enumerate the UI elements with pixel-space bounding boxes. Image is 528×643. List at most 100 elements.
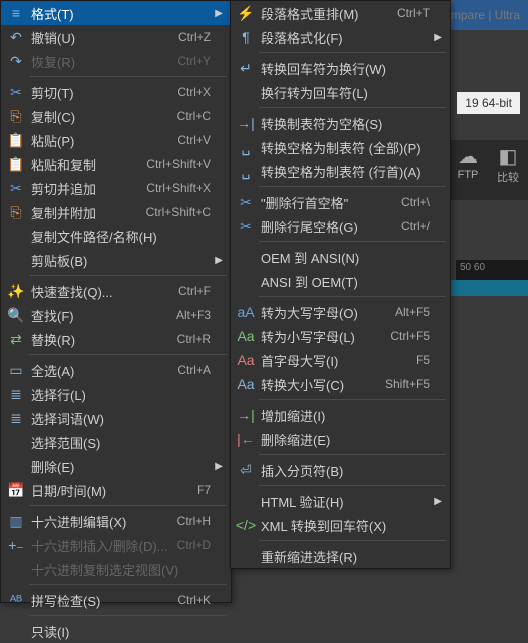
menu-item-label: 格式(T)	[27, 4, 211, 23]
fmt-indent[interactable]: →|增加缩进(I)	[231, 403, 450, 427]
menu-item-label: 十六进制插入/删除(D)...	[27, 536, 169, 555]
menu-format-icon: ≡	[5, 5, 27, 21]
compare-label: 比较	[497, 172, 519, 184]
right-toolbar: ☁FTP ◧比较	[448, 140, 528, 200]
fmt-oem-ansi[interactable]: OEM 到 ANSI(N)	[231, 245, 450, 269]
menu-item-label: ANSI 到 OEM(T)	[257, 272, 430, 291]
menu-item-label: "删除行首空格"	[257, 193, 393, 212]
fmt-xml-cr-icon: </>	[235, 517, 257, 533]
fmt-paragraph-icon: ¶	[235, 29, 257, 45]
fmt-tab-to-sp[interactable]: →|转换制表符为空格(S)	[231, 111, 450, 135]
fmt-sp-to-tab-all[interactable]: ␣转换空格为制表符 (全部)(P)	[231, 135, 450, 159]
menu-item-shortcut: Ctrl+Shift+X	[138, 181, 211, 195]
separator	[29, 615, 227, 616]
menu-clipboard[interactable]: 剪贴板(B)▶	[1, 248, 231, 272]
menu-quickfind[interactable]: ✨快速查找(Q)...Ctrl+F	[1, 279, 231, 303]
menu-hex-copyview[interactable]: 十六进制复制选定视图(V)	[1, 557, 231, 581]
menu-copy[interactable]: ⎘复制(C)Ctrl+C	[1, 104, 231, 128]
fmt-togglecase[interactable]: Aa转换大小写(C)Shift+F5	[231, 372, 450, 396]
menu-item-label: 段落格式重排(M)	[257, 4, 389, 23]
fmt-trim-trailing[interactable]: ✂删除行尾空格(G)Ctrl+/	[231, 214, 450, 238]
menu-item-label: 只读(I)	[27, 622, 211, 641]
fmt-outdent-icon: |←	[235, 431, 257, 447]
fmt-cr-to-lf-icon: ↵	[235, 60, 257, 77]
menu-selectall[interactable]: ▭全选(A)Ctrl+A	[1, 358, 231, 382]
fmt-outdent[interactable]: |←删除缩进(E)	[231, 427, 450, 451]
menu-format[interactable]: ≡格式(T)▶	[1, 1, 231, 25]
submenu-arrow-icon: ▶	[211, 8, 223, 19]
menu-cut[interactable]: ✂剪切(T)Ctrl+X	[1, 80, 231, 104]
menu-item-label: 复制(C)	[27, 107, 169, 126]
fmt-capitalize[interactable]: Aa首字母大写(I)F5	[231, 348, 450, 372]
menu-find[interactable]: 🔍查找(F)Alt+F3	[1, 303, 231, 327]
fmt-lower[interactable]: Aa转为小写字母(L)Ctrl+F5	[231, 324, 450, 348]
menu-item-shortcut: Alt+F3	[168, 308, 211, 322]
menu-copy-append[interactable]: ⎘复制并附加Ctrl+Shift+C	[1, 200, 231, 224]
menu-item-shortcut: Ctrl+T	[389, 6, 430, 20]
menu-item-label: 选择行(L)	[27, 385, 211, 404]
menu-selectrange[interactable]: 选择范围(S)	[1, 430, 231, 454]
menu-item-shortcut: Ctrl+Z	[170, 30, 211, 44]
menu-undo[interactable]: ↶撤销(U)Ctrl+Z	[1, 25, 231, 49]
compare-tool[interactable]: ◧比较	[488, 140, 528, 200]
fmt-reindent[interactable]: 重新缩进选择(R)	[231, 544, 450, 568]
menu-cut-append[interactable]: ✂剪切并追加Ctrl+Shift+X	[1, 176, 231, 200]
menu-item-label: 十六进制编辑(X)	[27, 512, 169, 531]
menu-item-label: 删除行尾空格(G)	[257, 217, 393, 236]
menu-item-label: 全选(A)	[27, 361, 169, 380]
menu-item-label: 粘贴(P)	[27, 131, 169, 150]
fmt-upper[interactable]: aA转为大写字母(O)Alt+F5	[231, 300, 450, 324]
fmt-sp-to-tab-lead[interactable]: ␣转换空格为制表符 (行首)(A)	[231, 159, 450, 183]
fmt-html-validate[interactable]: HTML 验证(H)▶	[231, 489, 450, 513]
menu-item-shortcut: Ctrl+V	[169, 133, 211, 147]
menu-item-shortcut: Alt+F5	[387, 305, 430, 319]
menu-delete[interactable]: 删除(E)▶	[1, 454, 231, 478]
menu-selectline[interactable]: ≣选择行(L)	[1, 382, 231, 406]
menu-paste-copy[interactable]: 📋粘贴和复制Ctrl+Shift+V	[1, 152, 231, 176]
menu-item-shortcut: Ctrl+F	[170, 284, 211, 298]
fmt-ansi-oem[interactable]: ANSI 到 OEM(T)	[231, 269, 450, 293]
menu-redo[interactable]: ↷恢复(R)Ctrl+Y	[1, 49, 231, 73]
menu-datetime[interactable]: 📅日期/时间(M)F7	[1, 478, 231, 502]
separator	[29, 76, 227, 77]
fmt-paragraph[interactable]: ¶段落格式化(F)▶	[231, 25, 450, 49]
menu-spellcheck-icon: ᴬᴮ	[5, 592, 27, 608]
fmt-tab-to-sp-icon: →|	[235, 115, 257, 131]
separator	[29, 505, 227, 506]
fmt-pagebreak[interactable]: ⏎插入分页符(B)	[231, 458, 450, 482]
fmt-trim-leading[interactable]: ✂"删除行首空格"Ctrl+\	[231, 190, 450, 214]
menu-hexedit[interactable]: ▥十六进制编辑(X)Ctrl+H	[1, 509, 231, 533]
menu-item-shortcut: Ctrl+F5	[382, 329, 430, 343]
fmt-reflow[interactable]: ⚡段落格式重排(M)Ctrl+T	[231, 1, 450, 25]
menu-hexedit-icon: ▥	[5, 513, 27, 530]
menu-item-label: 快速查找(Q)...	[27, 282, 170, 301]
menu-item-shortcut: Ctrl+D	[169, 538, 211, 552]
menu-item-label: 段落格式化(F)	[257, 28, 430, 47]
menu-item-label: 选择词语(W)	[27, 409, 211, 428]
menu-item-label: 日期/时间(M)	[27, 481, 189, 500]
ftp-label: FTP	[458, 169, 479, 181]
menu-readonly[interactable]: 只读(I)	[1, 619, 231, 643]
menu-item-shortcut: F7	[189, 483, 211, 497]
menu-copy-path[interactable]: 复制文件路径/名称(H)	[1, 224, 231, 248]
menu-item-shortcut: Ctrl+/	[393, 219, 430, 233]
menu-item-label: 删除缩进(E)	[257, 430, 430, 449]
menu-selectword[interactable]: ≣选择词语(W)	[1, 406, 231, 430]
menu-copy-append-icon: ⎘	[5, 204, 27, 221]
menu-item-label: 剪切(T)	[27, 83, 169, 102]
fmt-xml-cr[interactable]: </>XML 转换到回车符(X)	[231, 513, 450, 537]
menu-item-label: 重新缩进选择(R)	[257, 547, 430, 566]
fmt-sp-to-tab-lead-icon: ␣	[235, 163, 257, 180]
fmt-cr-to-lf[interactable]: ↵转换回车符为换行(W)	[231, 56, 450, 80]
menu-paste[interactable]: 📋粘贴(P)Ctrl+V	[1, 128, 231, 152]
menu-item-label: 转换空格为制表符 (行首)(A)	[257, 162, 430, 181]
menu-replace[interactable]: ⇄替换(R)Ctrl+R	[1, 327, 231, 351]
menu-item-label: 剪贴板(B)	[27, 251, 211, 270]
menu-item-label: 选择范围(S)	[27, 433, 211, 452]
fmt-upper-icon: aA	[235, 304, 257, 320]
ftp-tool[interactable]: ☁FTP	[448, 140, 488, 200]
menu-spellcheck[interactable]: ᴬᴮ拼写检查(S)Ctrl+K	[1, 588, 231, 612]
fmt-lf-to-cr[interactable]: 换行转为回车符(L)	[231, 80, 450, 104]
menu-copy-icon: ⎘	[5, 108, 27, 125]
menu-hex-insdel[interactable]: +₋十六进制插入/删除(D)...Ctrl+D	[1, 533, 231, 557]
